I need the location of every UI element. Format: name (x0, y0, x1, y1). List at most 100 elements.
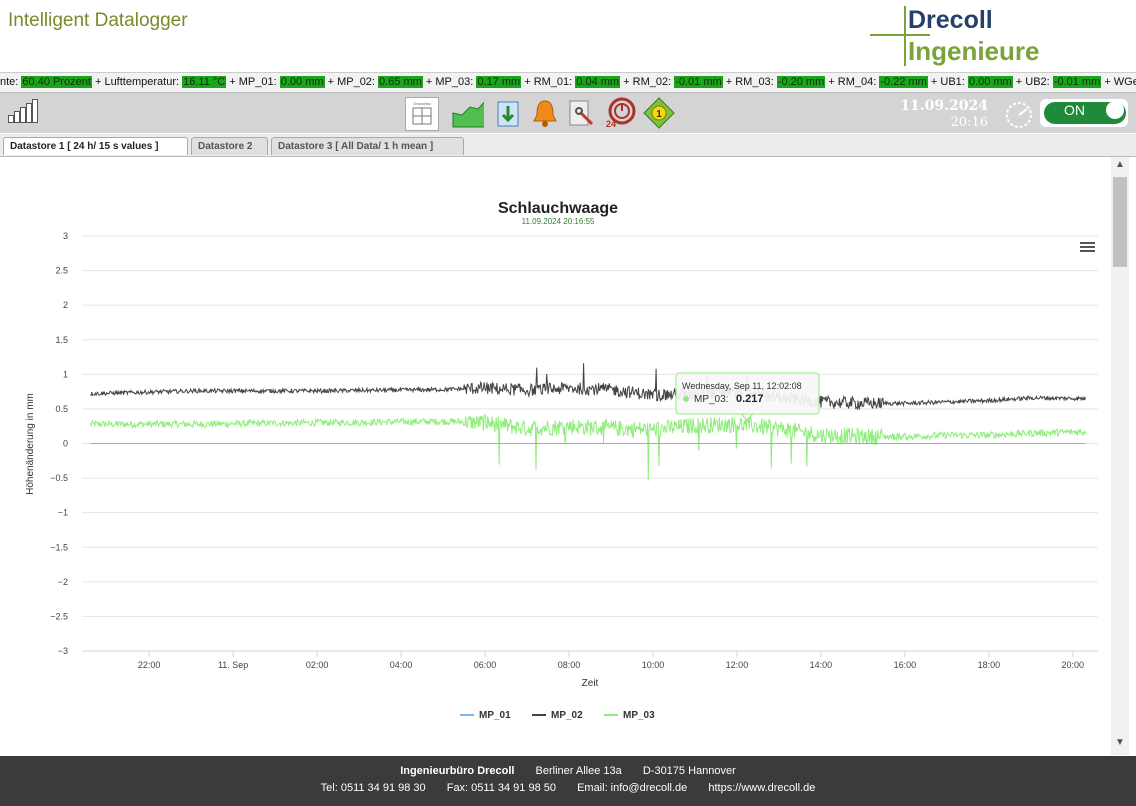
x-tick-label: 06:00 (474, 660, 497, 670)
y-tick-label: 2 (63, 300, 68, 310)
ticker-item: + RM_03: -0.20 mm (726, 76, 829, 88)
ticker-item: + Lufttemperatur: 16.11 °C (95, 76, 229, 88)
info-icon[interactable]: 1 (643, 97, 675, 129)
toggle-label: ON (1064, 102, 1085, 118)
ticker-value: -0.01 mm (1052, 76, 1102, 88)
ticker-value: 60.40 Prozent (21, 76, 92, 88)
ticker-label: + WGeschw: (1104, 76, 1136, 88)
scroll-up-icon[interactable]: ▲ (1111, 159, 1129, 175)
footer-email[interactable]: Email: info@drecoll.de (577, 782, 687, 794)
y-tick-label: −2.5 (50, 611, 68, 621)
toolbar: Grundriss 24 1 11.09.2024 20:16 ON (0, 93, 1136, 133)
ticker-item: + MP_02: 0.65 mm (328, 76, 426, 88)
ticker-item: + MP_03: 0.17 mm (426, 76, 524, 88)
ticker-value: -0.20 mm (776, 76, 826, 88)
toggle-knob (1106, 101, 1124, 119)
y-tick-label: 1.5 (55, 335, 68, 345)
floorplan-icon[interactable]: Grundriss (405, 97, 439, 131)
chart-subtitle: 11.09.2024 20:16:55 (522, 217, 595, 226)
logging-toggle[interactable]: ON (1040, 99, 1128, 127)
svg-text:1: 1 (656, 109, 662, 120)
x-tick-label: 04:00 (390, 660, 413, 670)
drecoll-logo: Drecoll Ingenieure (870, 4, 1060, 68)
ticker-value: 0.00 mm (279, 76, 325, 88)
app-title: Intelligent Datalogger (8, 10, 188, 31)
ticker-label: + RM_03: (725, 76, 777, 88)
ticker-label: + MP_02: (327, 76, 379, 88)
ticker-label: + MP_03: (425, 76, 477, 88)
ticker-value: -0.22 mm (879, 76, 928, 88)
chart-axes: 3 2.5 2 1.5 1 0.5 0 −0.5 −1 −1.5 −2 −2.5 −3 22:00 11. … (50, 231, 1098, 670)
ticker-item: + RM_01: 0.04 mm (524, 76, 623, 88)
logo-line2: Ingenieure (908, 36, 1040, 66)
ticker-label: + MP_01: (229, 76, 280, 88)
ticker-label: + Lufttemperatur: (94, 76, 183, 88)
ticker-label: + RM_04: (828, 76, 880, 88)
y-tick-label: 0 (63, 439, 68, 449)
ticker-value: 0.17 mm (476, 76, 522, 88)
vertical-scrollbar[interactable]: ▲ ▼ (1111, 157, 1129, 755)
tab-datastore-2[interactable]: Datastore 2 (191, 137, 268, 155)
chart-series (89, 363, 1086, 481)
y-tick-label: 0.5 (55, 404, 68, 414)
y-tick-label: −3 (58, 646, 68, 656)
settings-tools-icon[interactable] (565, 97, 597, 129)
footer-website[interactable]: https://www.drecoll.de (708, 782, 815, 794)
export-icon[interactable] (493, 97, 525, 129)
x-tick-label: 11. Sep (218, 660, 248, 670)
series-line-mp_03 (89, 412, 1086, 481)
24h-timer-icon[interactable]: 24 (604, 97, 636, 129)
x-tick-label: 02:00 (306, 660, 329, 670)
footer-tel: Tel: 0511 34 91 98 30 (320, 782, 426, 794)
footer-company: Ingenieurbüro Drecoll (400, 765, 515, 777)
x-tick-label: 16:00 (894, 660, 917, 670)
ticker-item: + UB1: 0.00 mm (931, 76, 1016, 88)
footer-street: Berliner Allee 13a (535, 765, 622, 777)
chart-tooltip: Wednesday, Sep 11, 12:02:08 MP_03: 0.217 (675, 372, 820, 421)
scrollbar-thumb[interactable] (1113, 177, 1127, 267)
ticker-item: + MP_01: 0.00 mm (229, 76, 327, 88)
legend-item-mp_01[interactable]: MP_01 (479, 710, 511, 721)
ticker-item: + UB2: -0.01 mm (1016, 76, 1105, 88)
gauge-icon[interactable] (1002, 98, 1036, 128)
x-tick-label: 20:00 (1062, 660, 1085, 670)
ticker-label: nte: (0, 76, 22, 88)
tooltip-value: 0.217 (736, 393, 764, 405)
footer-fax: Fax: 0511 34 91 98 50 (446, 782, 556, 794)
signal-strength-icon (8, 99, 40, 123)
y-tick-label: 1 (63, 369, 68, 379)
datastore-tabs: Datastore 1 [ 24 h/ 15 s values ] Datast… (0, 134, 1136, 157)
x-tick-label: 14:00 (810, 660, 833, 670)
app-header: Intelligent Datalogger Drecoll Ingenieur… (0, 0, 1136, 73)
y-axis-label: Höhenänderung in mm (25, 393, 36, 495)
y-tick-label: −1 (58, 508, 68, 518)
chart-container: Schlauchwaage 11.09.2024 20:16:55 3 2.5 2 1… (0, 157, 1110, 755)
ticker-value: -0.01 mm (674, 76, 723, 88)
tooltip-marker (683, 396, 689, 402)
y-tick-label: −2 (58, 577, 68, 587)
legend-item-mp_03[interactable]: MP_03 (623, 710, 655, 721)
y-tick-label: 3 (63, 231, 68, 241)
tooltip-series: MP_03: (694, 394, 728, 405)
ticker-item: nte: 60.40 Prozent (0, 76, 95, 88)
y-tick-label: −0.5 (50, 473, 68, 483)
legend-item-mp_02[interactable]: MP_02 (551, 710, 583, 721)
chart-icon[interactable] (452, 97, 484, 129)
tooltip-header: Wednesday, Sep 11, 12:02:08 (682, 381, 802, 391)
ticker-label: + RM_01: (524, 76, 576, 88)
alarm-bell-icon[interactable] (529, 97, 561, 129)
ticker-label: + UB2: (1015, 76, 1053, 88)
tab-datastore-1[interactable]: Datastore 1 [ 24 h/ 15 s values ] (3, 137, 188, 155)
chart-menu-icon[interactable] (1078, 241, 1096, 255)
x-tick-label: 12:00 (726, 660, 749, 670)
ticker-item: + WGeschw: 10.01 m (1104, 76, 1136, 88)
ticker-item: + RM_04: -0.22 mm (828, 76, 931, 88)
ticker-label: + RM_02: (623, 76, 675, 88)
floorplan-icon-label: Grundriss (413, 101, 430, 106)
scroll-down-icon[interactable]: ▼ (1111, 737, 1129, 753)
tab-datastore-3[interactable]: Datastore 3 [ All Data/ 1 h mean ] (271, 137, 464, 155)
ticker-value: 0.00 mm (967, 76, 1013, 88)
current-date: 11.09.2024 (900, 98, 988, 114)
ticker-value: 0.65 mm (378, 76, 423, 88)
x-axis-label: Zeit (582, 678, 599, 689)
